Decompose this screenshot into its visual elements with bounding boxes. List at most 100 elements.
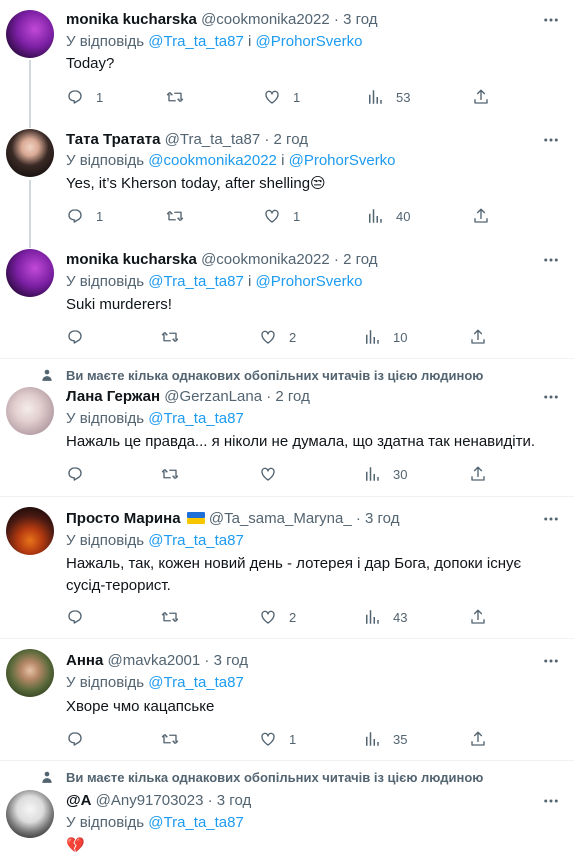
reply-button[interactable] (66, 607, 96, 627)
views-button[interactable]: 30 (363, 464, 407, 484)
share-button[interactable] (469, 729, 487, 749)
share-button[interactable] (472, 206, 490, 226)
views-button[interactable]: 35 (363, 729, 407, 749)
handle[interactable]: @Any91703023 (96, 792, 204, 809)
retweet-button[interactable] (166, 87, 196, 107)
tweet-2[interactable]: monika kucharska @cookmonika2022 · 2 год… (0, 240, 574, 358)
like-button[interactable]: 1 (263, 87, 300, 107)
handle[interactable]: @cookmonika2022 (201, 251, 330, 268)
action-bar: 1 1 40 (66, 206, 496, 226)
handle[interactable]: @mavka2001 (107, 652, 200, 669)
reply-icon (68, 467, 82, 481)
timestamp[interactable]: 2 год (343, 251, 377, 268)
mention-link[interactable]: @ProhorSverko (289, 152, 396, 169)
share-icon (471, 466, 485, 481)
reply-button[interactable] (66, 464, 96, 484)
reply-context: У відповідь @Tra_ta_ta87 (66, 814, 244, 831)
more-icon[interactable] (542, 388, 560, 406)
more-icon[interactable] (542, 11, 560, 29)
tweet-6[interactable]: Ви маєте кілька однакових обопільних чит… (0, 761, 574, 859)
reply-context: У відповідь @Tra_ta_ta87 (66, 532, 244, 549)
views-count: 10 (393, 329, 408, 345)
tweet-3[interactable]: Ви маєте кілька однакових обопільних чит… (0, 359, 574, 496)
reply-button[interactable]: 1 (66, 206, 103, 226)
tweet-0[interactable]: monika kucharska @cookmonika2022 · 3 год… (0, 0, 574, 126)
display-name[interactable]: Анна (66, 652, 103, 669)
retweet-button[interactable] (161, 729, 191, 749)
mention-link[interactable]: @Tra_ta_ta87 (148, 814, 244, 831)
timestamp[interactable]: 3 год (343, 11, 377, 28)
mention-link[interactable]: @Tra_ta_ta87 (148, 33, 244, 50)
retweet-button[interactable] (161, 327, 191, 347)
reply-button[interactable] (66, 327, 96, 347)
like-button[interactable]: 1 (263, 206, 300, 226)
display-name[interactable]: monika kucharska (66, 11, 197, 28)
more-icon[interactable] (542, 792, 560, 810)
retweet-button[interactable] (161, 464, 191, 484)
share-button[interactable] (472, 87, 490, 107)
social-context: Ви маєте кілька однакових обопільних чит… (66, 368, 484, 383)
views-icon (366, 610, 379, 624)
like-button[interactable]: 2 (259, 327, 296, 347)
share-icon (471, 329, 485, 344)
separator-dot: · (355, 510, 361, 527)
avatar[interactable] (6, 129, 54, 177)
more-icon[interactable] (542, 652, 560, 670)
mention-link[interactable]: @Tra_ta_ta87 (148, 674, 244, 691)
like-icon (265, 209, 279, 223)
like-button[interactable] (259, 464, 289, 484)
handle[interactable]: @cookmonika2022 (201, 11, 330, 28)
avatar[interactable] (6, 507, 54, 555)
mention-link[interactable]: @ProhorSverko (256, 33, 363, 50)
share-button[interactable] (469, 327, 487, 347)
mention-link[interactable]: @cookmonika2022 (148, 152, 277, 169)
mention-link[interactable]: @Tra_ta_ta87 (148, 532, 244, 549)
more-icon[interactable] (542, 131, 560, 149)
avatar[interactable] (6, 10, 54, 58)
reply-count: 1 (96, 89, 104, 105)
retweet-icon (161, 734, 179, 744)
action-bar: 30 (66, 464, 496, 484)
timestamp[interactable]: 3 год (365, 510, 399, 527)
more-icon[interactable] (542, 251, 560, 269)
display-name[interactable]: Лана Гержан (66, 388, 160, 405)
avatar[interactable] (6, 790, 54, 838)
handle[interactable]: @Ta_sama_Maryna_ (209, 510, 352, 527)
tweet-5[interactable]: Анна @mavka2001 · 3 год У відповідь @Tra… (0, 639, 574, 760)
retweet-button[interactable] (161, 607, 191, 627)
mention-link[interactable]: @Tra_ta_ta87 (148, 273, 244, 290)
reply-button[interactable] (66, 729, 96, 749)
retweet-icon (161, 612, 179, 622)
thread-line (29, 180, 31, 246)
share-button[interactable] (469, 607, 487, 627)
timestamp[interactable]: 2 год (275, 388, 309, 405)
display-name[interactable]: @A (66, 792, 91, 809)
mention-link[interactable]: @Tra_ta_ta87 (148, 410, 244, 427)
like-button[interactable]: 1 (259, 729, 296, 749)
retweet-button[interactable] (166, 206, 196, 226)
mention-link[interactable]: @ProhorSverko (256, 273, 363, 290)
separator-dot: · (204, 652, 210, 669)
avatar[interactable] (6, 249, 54, 297)
display-name[interactable]: Тата Тратата (66, 131, 160, 148)
views-button[interactable]: 53 (366, 87, 410, 107)
timestamp[interactable]: 2 год (274, 131, 308, 148)
views-button[interactable]: 43 (363, 607, 407, 627)
timestamp[interactable]: 3 год (217, 792, 251, 809)
views-icon (369, 209, 382, 223)
more-icon[interactable] (542, 510, 560, 528)
timestamp[interactable]: 3 год (214, 652, 248, 669)
tweet-1[interactable]: Тата Тратата @Tra_ta_ta87 · 2 год У відп… (0, 120, 574, 246)
avatar[interactable] (6, 649, 54, 697)
handle[interactable]: @Tra_ta_ta87 (165, 131, 261, 148)
views-button[interactable]: 10 (363, 327, 407, 347)
views-button[interactable]: 40 (366, 206, 410, 226)
reply-button[interactable]: 1 (66, 87, 103, 107)
handle[interactable]: @GerzanLana (164, 388, 262, 405)
display-name[interactable]: Просто Марина (66, 510, 181, 527)
avatar[interactable] (6, 387, 54, 435)
share-button[interactable] (469, 464, 487, 484)
display-name[interactable]: monika kucharska (66, 251, 197, 268)
tweet-4[interactable]: Просто Марина @Ta_sama_Maryna_ · 3 год У… (0, 497, 574, 638)
like-button[interactable]: 2 (259, 607, 296, 627)
